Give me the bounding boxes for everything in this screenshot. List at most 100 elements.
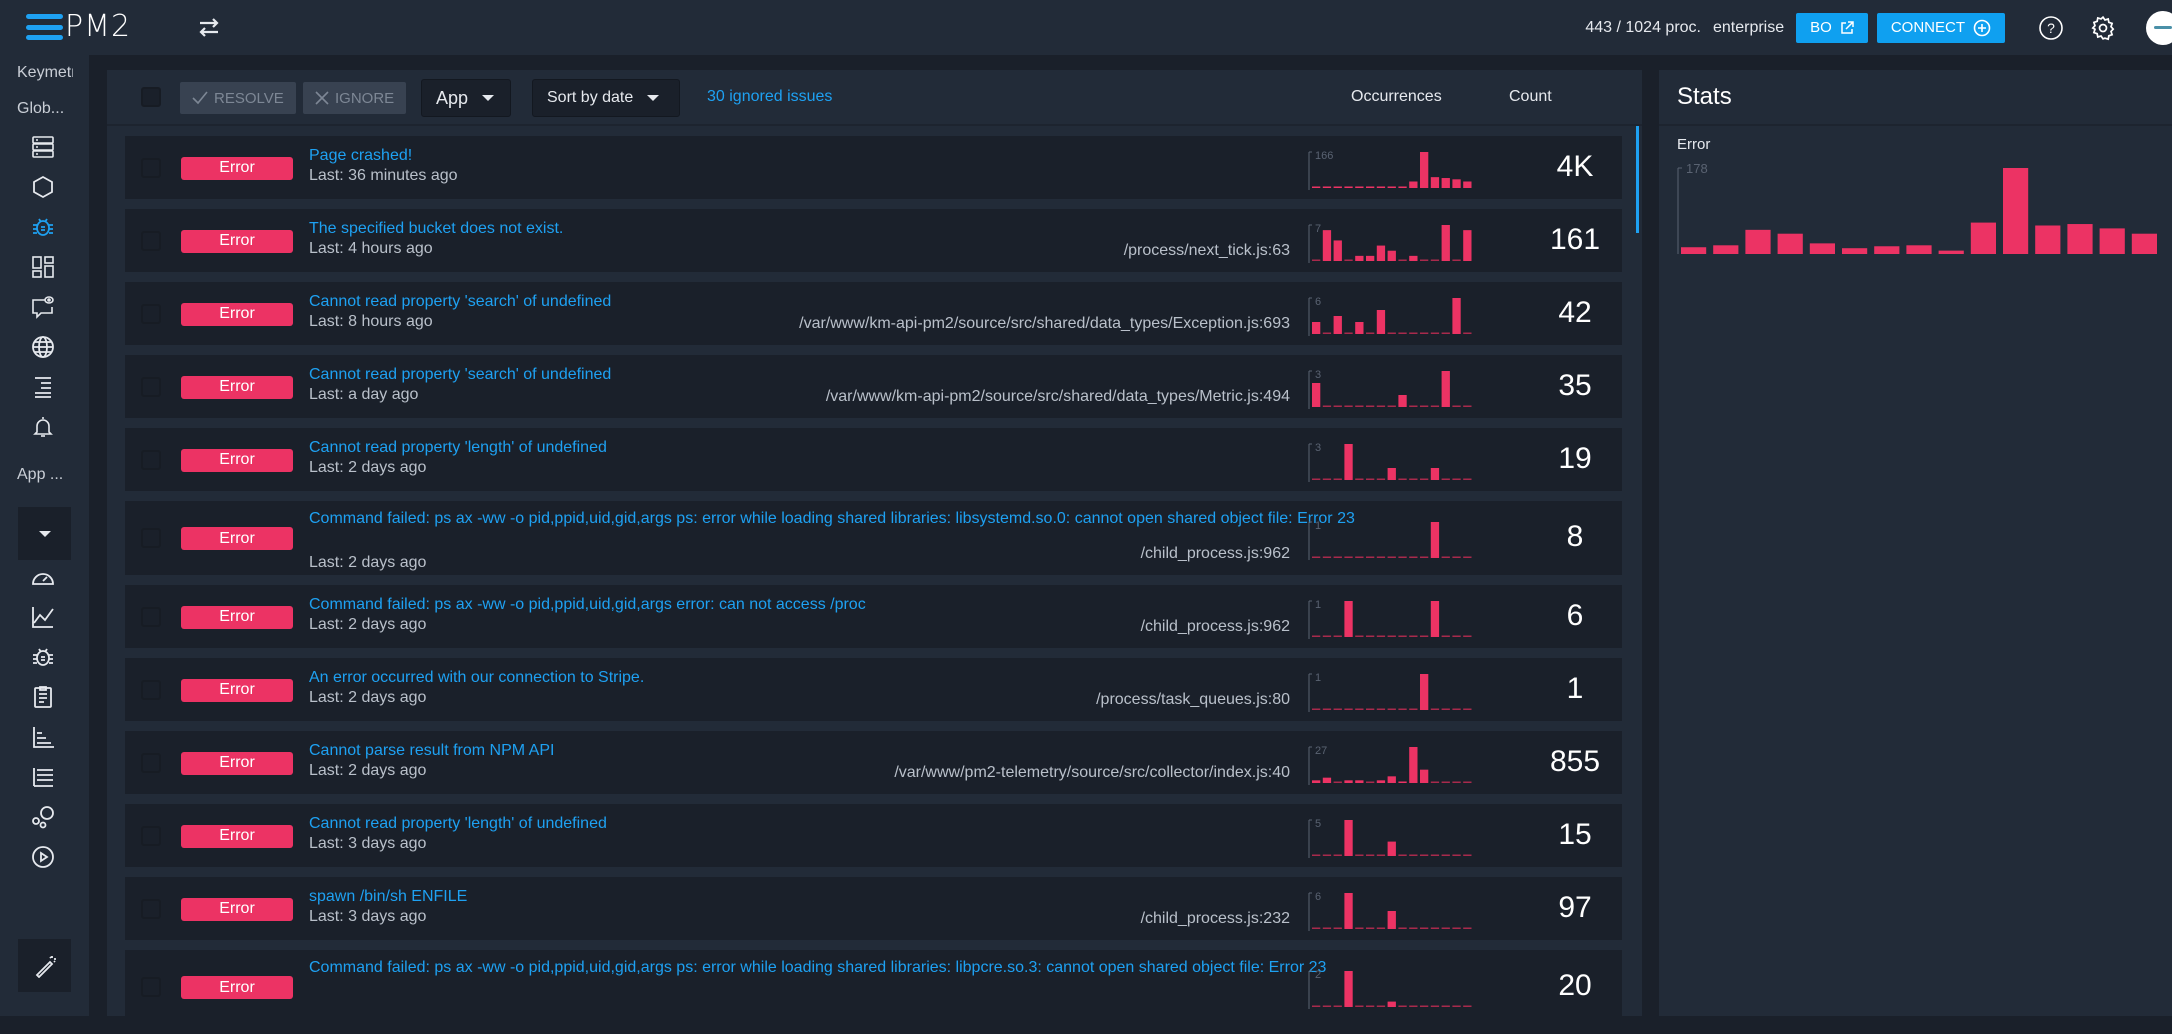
issue-title[interactable]: Command failed: ps ax -ww -o pid,ppid,ui… bbox=[309, 593, 1409, 616]
issue-count: 1 bbox=[1566, 671, 1584, 705]
issue-checkbox[interactable] bbox=[141, 157, 161, 178]
sparkline-bar bbox=[1452, 556, 1461, 558]
connect-button[interactable]: CONNECT bbox=[1876, 12, 2005, 43]
issue-checkbox[interactable] bbox=[141, 752, 161, 773]
gear-icon[interactable] bbox=[2088, 13, 2118, 43]
stats-bar bbox=[2067, 224, 2093, 254]
issue-title[interactable]: Cannot read property 'length' of undefin… bbox=[309, 436, 1409, 459]
magic-wand-icon[interactable] bbox=[18, 939, 71, 992]
sparkline-bar bbox=[1463, 556, 1472, 558]
sort-select[interactable]: Sort by date bbox=[532, 79, 680, 117]
help-icon[interactable]: ? bbox=[2036, 13, 2066, 43]
bubbles-icon[interactable] bbox=[28, 802, 58, 832]
sparkline-bar bbox=[1430, 781, 1440, 783]
sparkline-bar bbox=[1398, 854, 1407, 856]
issue-row[interactable]: Error Command failed: ps ax -ww -o pid,p… bbox=[125, 585, 1622, 648]
pm2-logo[interactable]: PM2 bbox=[26, 12, 131, 42]
list-icon[interactable] bbox=[28, 762, 58, 792]
issue-title[interactable]: Cannot read property 'length' of undefin… bbox=[309, 812, 1409, 835]
app-select[interactable]: App bbox=[421, 79, 511, 117]
servers-icon[interactable] bbox=[28, 132, 58, 162]
issue-row[interactable]: Error Page crashed! Last: 36 minutes ago… bbox=[125, 136, 1622, 199]
avatar[interactable] bbox=[2146, 10, 2172, 45]
issue-title[interactable]: Cannot read property 'search' of undefin… bbox=[309, 290, 1409, 313]
bug-icon[interactable] bbox=[28, 212, 58, 242]
sparkline-bar bbox=[1398, 556, 1407, 558]
issue-checkbox[interactable] bbox=[141, 376, 161, 397]
issue-checkbox[interactable] bbox=[141, 303, 161, 324]
sparkline-axis bbox=[1308, 819, 1312, 858]
issue-checkbox[interactable] bbox=[141, 898, 161, 919]
scrollbar-thumb[interactable] bbox=[1636, 126, 1639, 233]
play-circle-icon[interactable] bbox=[28, 842, 58, 872]
occurrences-sparkline: 27 bbox=[1308, 745, 1472, 785]
sparkline-bar bbox=[1387, 775, 1396, 783]
hexagon-icon[interactable] bbox=[28, 172, 58, 202]
line-chart-icon[interactable] bbox=[28, 602, 58, 632]
sparkline-bar bbox=[1409, 927, 1418, 929]
issue-checkbox[interactable] bbox=[141, 679, 161, 700]
issue-title[interactable]: Command failed: ps ax -ww -o pid,ppid,ui… bbox=[309, 507, 1409, 530]
bell-icon[interactable] bbox=[28, 412, 58, 442]
issue-checkbox[interactable] bbox=[141, 825, 161, 846]
occurrences-sparkline: 5 bbox=[1308, 818, 1472, 858]
bug-icon[interactable] bbox=[28, 642, 58, 672]
issue-row[interactable]: Error Cannot read property 'search' of u… bbox=[125, 355, 1622, 418]
app-dropdown[interactable] bbox=[18, 507, 71, 560]
dashboard-icon[interactable] bbox=[28, 252, 58, 282]
switch-icon[interactable] bbox=[196, 14, 222, 40]
issue-checkbox[interactable] bbox=[141, 977, 161, 997]
issue-file: /child_process.js:232 bbox=[1140, 910, 1290, 927]
issue-row[interactable]: Error An error occurred with our connect… bbox=[125, 658, 1622, 721]
issue-row[interactable]: Error Cannot read property 'length' of u… bbox=[125, 804, 1622, 867]
issue-row[interactable]: Error spawn /bin/sh ENFILE Last: 3 days … bbox=[125, 877, 1622, 940]
issue-title[interactable]: Page crashed! bbox=[309, 144, 1409, 167]
issue-title[interactable]: An error occurred with our connection to… bbox=[309, 666, 1409, 689]
bucket-label[interactable]: Keymetrics bbox=[17, 64, 73, 82]
bo-label: BO bbox=[1810, 19, 1832, 36]
issue-row[interactable]: Error The specified bucket does not exis… bbox=[125, 209, 1622, 272]
sparkline-bar bbox=[1387, 910, 1396, 929]
error-badge: Error bbox=[181, 156, 293, 180]
ignored-issues-link[interactable]: 30 ignored issues bbox=[707, 88, 832, 106]
chat-eye-icon[interactable] bbox=[28, 292, 58, 322]
issue-row[interactable]: Error Cannot parse result from NPM API L… bbox=[125, 731, 1622, 794]
error-badge: Error bbox=[181, 527, 293, 550]
issue-checkbox[interactable] bbox=[141, 230, 161, 251]
sparkline-bar bbox=[1463, 854, 1472, 856]
sparkline-bar bbox=[1333, 556, 1342, 558]
clipboard-icon[interactable] bbox=[28, 682, 58, 712]
sparkline-bar bbox=[1366, 635, 1375, 637]
issue-title[interactable]: Command failed: ps ax -ww -o pid,ppid,ui… bbox=[309, 956, 1409, 979]
issue-checkbox[interactable] bbox=[141, 528, 161, 548]
issue-checkbox[interactable] bbox=[141, 449, 161, 470]
sparkline-bar bbox=[1333, 315, 1342, 334]
sparkline-bar bbox=[1333, 927, 1342, 929]
gauge-icon[interactable] bbox=[28, 562, 58, 592]
sparkline-bar bbox=[1312, 186, 1321, 188]
sparkline-bar bbox=[1430, 332, 1440, 334]
sparkline-bar bbox=[1376, 635, 1386, 637]
issue-title[interactable]: spawn /bin/sh ENFILE bbox=[309, 885, 1409, 908]
issue-checkbox[interactable] bbox=[141, 606, 161, 627]
sparkline-bar bbox=[1312, 779, 1321, 783]
issue-title[interactable]: Cannot read property 'search' of undefin… bbox=[309, 363, 1409, 386]
sparkline-bar bbox=[1387, 250, 1396, 261]
globe-icon[interactable] bbox=[28, 332, 58, 362]
sparkline-bar bbox=[1398, 635, 1407, 637]
issue-row[interactable]: Error Cannot read property 'search' of u… bbox=[125, 282, 1622, 345]
issue-title[interactable]: The specified bucket does not exist. bbox=[309, 217, 1409, 240]
issue-row[interactable]: Error Command failed: ps ax -ww -o pid,p… bbox=[125, 501, 1622, 575]
bar-chart-icon[interactable] bbox=[28, 722, 58, 752]
sparkline-bar bbox=[1333, 239, 1342, 261]
issue-row[interactable]: Error Command failed: ps ax -ww -o pid,p… bbox=[125, 950, 1622, 1024]
sparkline-bar bbox=[1409, 854, 1418, 856]
ignore-button[interactable]: IGNORE bbox=[303, 82, 407, 114]
bo-button[interactable]: BO bbox=[1796, 12, 1868, 43]
resolve-button[interactable]: RESOLVE bbox=[180, 82, 296, 114]
select-all-checkbox[interactable] bbox=[141, 87, 161, 107]
issue-title[interactable]: Cannot parse result from NPM API bbox=[309, 739, 1409, 762]
sparkline-bar bbox=[1420, 478, 1429, 480]
align-right-icon[interactable] bbox=[28, 372, 58, 402]
issue-row[interactable]: Error Cannot read property 'length' of u… bbox=[125, 428, 1622, 491]
